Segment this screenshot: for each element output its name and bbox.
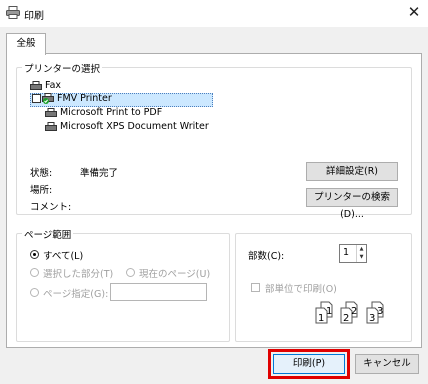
printer-name: FMV Printer	[57, 93, 112, 104]
printer-name: Microsoft Print to PDF	[60, 107, 163, 118]
spin-down-icon[interactable]: ▼	[357, 253, 366, 261]
svg-text:1: 1	[326, 306, 332, 317]
svg-text:2: 2	[343, 313, 349, 324]
svg-text:2: 2	[351, 306, 357, 317]
spin-buttons[interactable]: ▲ ▼	[356, 245, 366, 262]
collate-label: 部単位で印刷(O)	[265, 284, 337, 295]
collate-icon: 11 22 33	[313, 296, 403, 326]
default-check-icon	[32, 94, 41, 103]
printer-name: Microsoft XPS Document Writer	[60, 121, 209, 132]
page-range-legend: ページ範囲	[22, 227, 74, 241]
printer-icon	[6, 6, 20, 22]
printer-name: Fax	[45, 80, 62, 91]
title-bar	[0, 0, 428, 27]
printer-icon	[42, 93, 54, 107]
radio-all[interactable]	[30, 250, 39, 259]
print-button-highlight	[268, 349, 350, 379]
copies-value: 1	[343, 247, 350, 258]
printer-group-legend: プリンターの選択	[22, 61, 103, 75]
tab-general[interactable]: 全般	[6, 33, 46, 55]
radio-selection[interactable]	[30, 268, 39, 277]
status-value: 準備完了	[80, 168, 119, 179]
close-icon[interactable]: ✕	[404, 3, 424, 21]
radio-pages[interactable]	[30, 288, 39, 297]
window-title: 印刷	[24, 11, 44, 22]
comment-label: コメント:	[30, 202, 72, 213]
printer-item-fax[interactable]: Fax	[30, 80, 61, 93]
copies-label: 部数(C):	[248, 251, 285, 262]
svg-text:3: 3	[369, 313, 375, 324]
printer-item-pdf[interactable]: Microsoft Print to PDF	[45, 107, 162, 120]
find-printer-button[interactable]: プリンターの検索(D)...	[306, 188, 398, 220]
radio-current-page[interactable]	[126, 268, 135, 277]
svg-text:1: 1	[318, 313, 324, 324]
radio-all-label: すべて(L)	[43, 251, 84, 262]
details-button[interactable]: 詳細設定(R)	[306, 162, 398, 181]
status-label: 状態:	[30, 168, 53, 179]
pages-input[interactable]	[110, 283, 207, 301]
radio-pages-label: ページ指定(G):	[43, 289, 109, 300]
radio-selection-label: 選択した部分(T)	[43, 269, 114, 280]
svg-text:3: 3	[377, 306, 383, 317]
spin-up-icon[interactable]: ▲	[357, 245, 366, 253]
copies-stepper[interactable]: 1 ▲ ▼	[339, 244, 367, 263]
printer-icon	[45, 108, 57, 117]
fax-icon	[30, 81, 42, 90]
printer-icon	[45, 122, 57, 131]
cancel-button[interactable]: キャンセル	[355, 354, 419, 374]
radio-current-page-label: 現在のページ(U)	[139, 269, 211, 280]
location-label: 場所:	[30, 185, 53, 196]
collate-checkbox[interactable]	[251, 283, 260, 292]
printer-item-xps[interactable]: Microsoft XPS Document Writer	[45, 121, 209, 134]
